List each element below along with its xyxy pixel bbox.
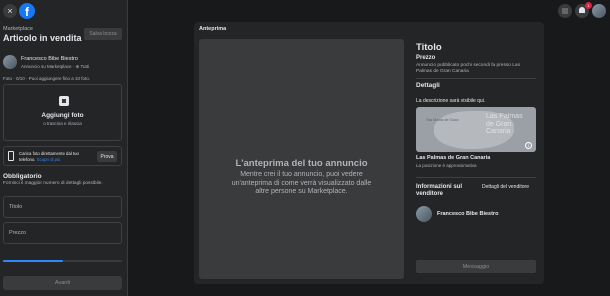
required-section-subtitle: Fornisci il maggior numero di dettagli p… [3,181,103,186]
title-field-label: Titolo [9,204,23,210]
notifications-button[interactable]: 1 [575,2,592,18]
required-section-title: Obbligatorio [3,173,42,180]
preview-description: Mentre crei il tuo annuncio, puoi vedere… [231,171,372,195]
progress-bar [3,260,122,262]
add-photo-icon [59,96,69,106]
add-photos-dropzone[interactable]: Aggiungi foto o trascina e rilascia [3,84,122,141]
bell-icon [579,7,585,13]
details-description: La descrizione sarà visibile qui. [416,98,486,104]
preview-image-area: L'anteprima del tuo annuncio Mentre crei… [199,39,404,279]
close-icon[interactable]: × [3,4,17,18]
menu-grid-icon [562,8,568,14]
location-map[interactable]: Sta Maria de Guía Las Palmas de Gran Can… [416,107,536,152]
map-city-label: Las Palmas de Gran Canaria [486,113,523,135]
photo-count: Foto · 0/10 · Puoi aggiungere fino a 10 … [3,76,91,81]
location-name: Las Palmas de Gran Canaria [416,155,491,161]
price-field[interactable]: Prezzo [3,222,122,244]
next-button[interactable]: Avanti [3,276,122,290]
menu-button[interactable] [558,4,572,18]
add-photos-label: Aggiungi foto [41,112,84,119]
progress-fill [3,260,63,262]
info-icon[interactable]: i [525,142,532,149]
seller-name: Francesco Bibe Biestro [437,211,499,217]
preview-card: Anteprima L'anteprima del tuo annuncio M… [194,22,544,284]
map-small-label: Sta Maria de Guía [426,117,459,122]
notification-badge: 1 [585,2,592,9]
top-bar: × f [0,0,128,22]
divider [416,177,536,178]
seller-details-link[interactable]: Dettagli del venditore [482,184,529,190]
price-field-label: Prezzo [9,230,27,236]
listing-title: Titolo [416,42,442,53]
divider [416,78,536,79]
audience-selector[interactable]: Annuncio su Marketplace · ⊕ Tutti [21,64,89,70]
add-photos-sub: o trascina e rilascia [43,121,82,126]
location-note: La posizione è approssimativa [416,163,477,168]
breadcrumb[interactable]: Marketplace [3,26,33,32]
try-button[interactable]: Prova [97,151,117,162]
phone-upload-banner: Carica foto direttamente dal tuo telefon… [3,146,122,166]
phone-icon [8,151,14,161]
seller-info-title: Informazioni sul venditore [416,184,463,197]
seller-avatar [416,206,432,222]
user-row: Francesco Bibe Biestro Annuncio su Marke… [3,55,123,71]
user-name: Francesco Bibe Biestro [21,56,78,62]
preview-label: Anteprima [199,26,227,32]
listing-price: Prezzo [416,55,436,61]
facebook-logo[interactable]: f [19,3,35,19]
learn-more-link[interactable]: Scopri di più [37,157,61,162]
title-field[interactable]: Titolo [3,196,122,218]
listing-form-panel: × f Marketplace Articolo in vendita Salv… [0,0,128,296]
phone-upload-text: Carica foto direttamente dal tuo telefon… [19,151,91,162]
account-avatar[interactable] [592,4,606,18]
page-title: Articolo in vendita [3,33,82,43]
preview-heading: L'anteprima del tuo annuncio [235,158,368,169]
message-button[interactable]: Messaggio [416,260,536,273]
listing-meta: Annuncio pubblicato pochi secondi fa pre… [416,63,521,74]
avatar [3,55,17,69]
details-title: Dettagli [416,82,440,89]
save-draft-button[interactable]: Salva bozza [84,28,122,40]
